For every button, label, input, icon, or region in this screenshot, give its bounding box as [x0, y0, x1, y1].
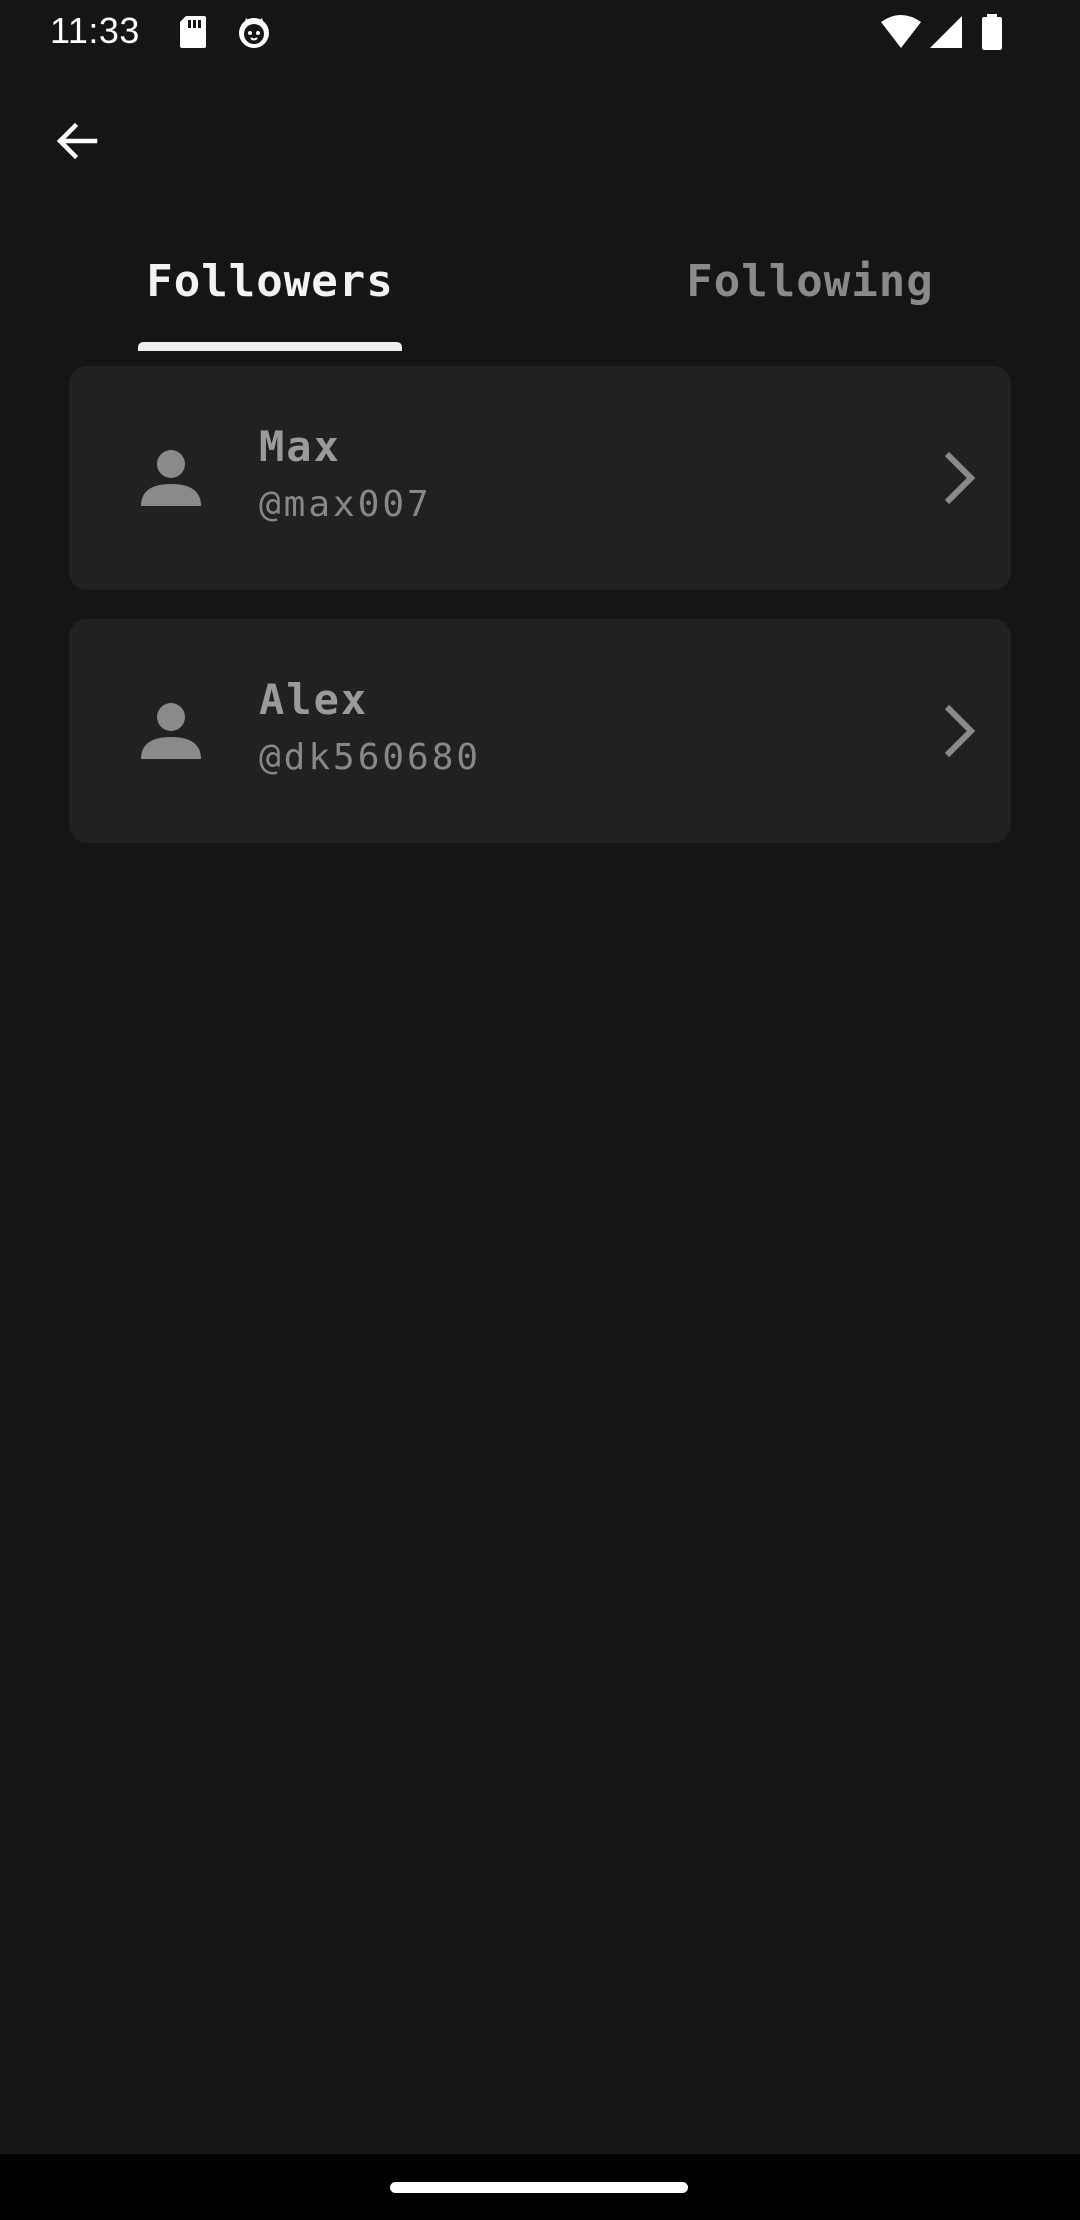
person-icon	[139, 446, 203, 510]
tab-bar: Followers Following	[0, 228, 1080, 352]
followers-screen: 11:33 Followers Following Max @max007 Al…	[0, 0, 1080, 2220]
cell-signal-icon	[928, 14, 964, 54]
user-handle: @max007	[259, 484, 432, 525]
chevron-right-icon	[939, 448, 979, 508]
user-handle: @dk560680	[259, 737, 482, 778]
arrow-back-icon	[53, 117, 101, 169]
sd-card-icon	[178, 14, 208, 54]
status-bar: 11:33	[0, 0, 1080, 66]
battery-icon	[980, 14, 1004, 54]
chevron-right-icon	[939, 701, 979, 761]
person-icon	[139, 699, 203, 763]
tab-indicator	[138, 342, 402, 351]
tab-following[interactable]: Following	[670, 228, 950, 352]
tab-followers[interactable]: Followers	[138, 228, 402, 352]
tab-label: Following	[686, 256, 934, 307]
tab-label: Followers	[146, 256, 394, 307]
wifi-icon	[880, 14, 922, 54]
user-name: Max	[259, 422, 341, 471]
back-button[interactable]	[42, 108, 112, 178]
list-item[interactable]: Alex @dk560680	[69, 619, 1011, 843]
status-time: 11:33	[50, 10, 140, 51]
home-indicator[interactable]	[390, 2182, 688, 2193]
cat-app-icon	[236, 14, 272, 54]
user-name: Alex	[259, 675, 369, 724]
list-item[interactable]: Max @max007	[69, 366, 1011, 590]
